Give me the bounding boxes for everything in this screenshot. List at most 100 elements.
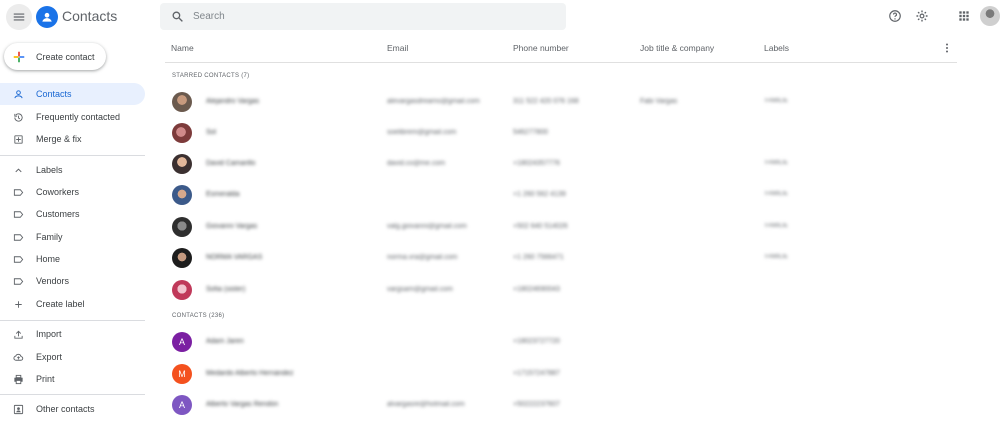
contact-label: FAMILIE bbox=[765, 98, 789, 104]
contact-name: Alejandro Vargas bbox=[206, 98, 260, 105]
avatar bbox=[172, 280, 192, 300]
table-row[interactable]: Alejandro Vargas alevargasdreams@gmail.c… bbox=[165, 87, 957, 118]
contact-email: alvargasre@hotmail.com bbox=[387, 401, 465, 408]
avatar: A bbox=[172, 395, 192, 415]
table-row[interactable]: Sol soelibrem@gmail.com 546277800 bbox=[165, 118, 957, 149]
app-title: Contacts bbox=[62, 8, 118, 24]
contact-email: vargsam@gmail.com bbox=[387, 286, 453, 293]
contact-name: Esmeralda bbox=[206, 191, 240, 198]
sidebar-item-label: Other contacts bbox=[36, 404, 95, 414]
merge-icon bbox=[14, 134, 23, 144]
contact-name: David Camarillo bbox=[206, 160, 256, 167]
settings-icon[interactable] bbox=[915, 9, 929, 23]
sidebar-divider bbox=[0, 155, 145, 156]
create-contact-button[interactable]: Create contact bbox=[4, 43, 106, 70]
contact-name: Sol bbox=[206, 129, 217, 136]
sidebar-item-import[interactable]: Import bbox=[0, 323, 145, 345]
search-input[interactable] bbox=[193, 3, 553, 30]
sidebar-item-label: Frequently contacted bbox=[36, 112, 121, 122]
sidebar-item-label: Merge & fix bbox=[36, 134, 82, 144]
plus-icon bbox=[15, 300, 22, 308]
search-bar[interactable] bbox=[160, 3, 566, 30]
contact-email: norma.vra@gmail.com bbox=[387, 254, 458, 261]
contact-phone: +1 260 7566471 bbox=[513, 254, 564, 261]
contact-name: Adam Jaren bbox=[206, 338, 244, 345]
contact-phone: +18023727720 bbox=[513, 338, 560, 345]
contacts-logo-icon bbox=[36, 6, 58, 28]
sidebar-item-family[interactable]: Family bbox=[0, 226, 145, 248]
table-row[interactable]: A Alberto Vargas Rendón alvargasre@hotma… bbox=[165, 390, 957, 421]
create-contact-label: Create contact bbox=[36, 51, 95, 62]
column-header-name[interactable]: Name bbox=[171, 43, 194, 53]
label-icon bbox=[13, 277, 24, 285]
sidebar-item-customers[interactable]: Customers bbox=[0, 203, 145, 225]
top-bar: Contacts bbox=[0, 0, 1000, 33]
label-icon bbox=[13, 233, 24, 241]
sidebar-item-label: Create label bbox=[36, 299, 85, 309]
column-header-labels[interactable]: Labels bbox=[764, 43, 789, 53]
more-vert-icon[interactable] bbox=[941, 42, 953, 54]
sidebar-item-label: Coworkers bbox=[36, 187, 80, 197]
column-header-email[interactable]: Email bbox=[387, 43, 408, 53]
sidebar-divider bbox=[0, 394, 145, 395]
contact-phone: +18024357776 bbox=[513, 160, 560, 167]
contact-phone: +1 260 562 4139 bbox=[513, 191, 566, 198]
column-header-phone[interactable]: Phone number bbox=[513, 43, 569, 53]
column-header-job[interactable]: Job title & company bbox=[640, 43, 714, 53]
sidebar-item-coworkers[interactable]: Coworkers bbox=[0, 181, 145, 203]
sidebar-item-create-label[interactable]: Create label bbox=[0, 293, 145, 315]
avatar bbox=[172, 217, 192, 237]
table-row[interactable]: Giovanni Vargas valg.giovanni@gmail.com … bbox=[165, 212, 957, 243]
account-avatar[interactable] bbox=[980, 6, 1000, 26]
contact-name: Alberto Vargas Rendón bbox=[206, 401, 279, 408]
contact-label: FAMILIE bbox=[765, 254, 789, 260]
table-row[interactable]: Sofia (sister) vargsam@gmail.com +180246… bbox=[165, 275, 957, 306]
label-icon bbox=[13, 210, 24, 218]
contact-job: Fabi Vargas bbox=[640, 98, 678, 105]
main-menu-button[interactable] bbox=[6, 4, 32, 30]
contact-phone: +18024690043 bbox=[513, 286, 560, 293]
sidebar-item-label: Import bbox=[36, 329, 62, 339]
contact-email: valg.giovanni@gmail.com bbox=[387, 223, 467, 230]
contact-label: FAMILIE bbox=[765, 160, 789, 166]
sidebar-item-merge-fix[interactable]: Merge & fix bbox=[0, 128, 145, 150]
sidebar-item-home[interactable]: Home bbox=[0, 248, 145, 270]
help-icon[interactable] bbox=[888, 9, 902, 23]
contacts-section-label: CONTACTS (236) bbox=[172, 313, 225, 319]
upload-icon bbox=[14, 330, 23, 339]
person-icon bbox=[14, 89, 23, 98]
sidebar-item-other-contacts[interactable]: Other contacts bbox=[0, 398, 145, 420]
person-add-icon bbox=[13, 404, 24, 414]
cloud-upload-icon bbox=[13, 353, 24, 361]
sidebar-item-labels[interactable]: Labels bbox=[0, 159, 145, 181]
contact-phone: +17157247887 bbox=[513, 370, 560, 377]
table-row[interactable]: M Medardo Alberto Hernández +17157247887 bbox=[165, 359, 957, 390]
contact-email: soelibrem@gmail.com bbox=[387, 129, 457, 136]
chevron-up-icon bbox=[15, 167, 22, 172]
history-icon bbox=[14, 112, 23, 122]
sidebar-item-label: Home bbox=[36, 254, 61, 264]
table-row[interactable]: NORMA VARGAS norma.vra@gmail.com +1 260 … bbox=[165, 243, 957, 274]
table-row[interactable]: Esmeralda +1 260 562 4139 FAMILIE bbox=[165, 180, 957, 211]
sidebar-item-frequently-contacted[interactable]: Frequently contacted bbox=[0, 106, 145, 128]
table-row[interactable]: A Adam Jaren +18023727720 bbox=[165, 327, 957, 358]
contact-name: Giovanni Vargas bbox=[206, 223, 258, 230]
sidebar-item-contacts[interactable]: Contacts bbox=[0, 83, 145, 105]
avatar bbox=[172, 185, 192, 205]
apps-grid-icon[interactable] bbox=[957, 9, 971, 23]
sidebar-item-print[interactable]: Print bbox=[0, 368, 145, 390]
sidebar-item-label: Labels bbox=[36, 165, 63, 175]
avatar bbox=[172, 154, 192, 174]
sidebar-item-label: Print bbox=[36, 374, 55, 384]
sidebar-item-export[interactable]: Export bbox=[0, 346, 145, 368]
table-row[interactable]: David Camarillo david.co@me.com +1802435… bbox=[165, 149, 957, 180]
avatar: M bbox=[172, 364, 192, 384]
sidebar-item-vendors[interactable]: Vendors bbox=[0, 270, 145, 292]
label-icon bbox=[13, 188, 24, 196]
sidebar-item-label: Export bbox=[36, 352, 63, 362]
label-icon bbox=[13, 255, 24, 263]
multicolor-plus-icon bbox=[13, 51, 25, 62]
search-icon[interactable] bbox=[171, 10, 184, 23]
print-icon bbox=[14, 374, 23, 384]
contact-name: NORMA VARGAS bbox=[206, 254, 263, 261]
